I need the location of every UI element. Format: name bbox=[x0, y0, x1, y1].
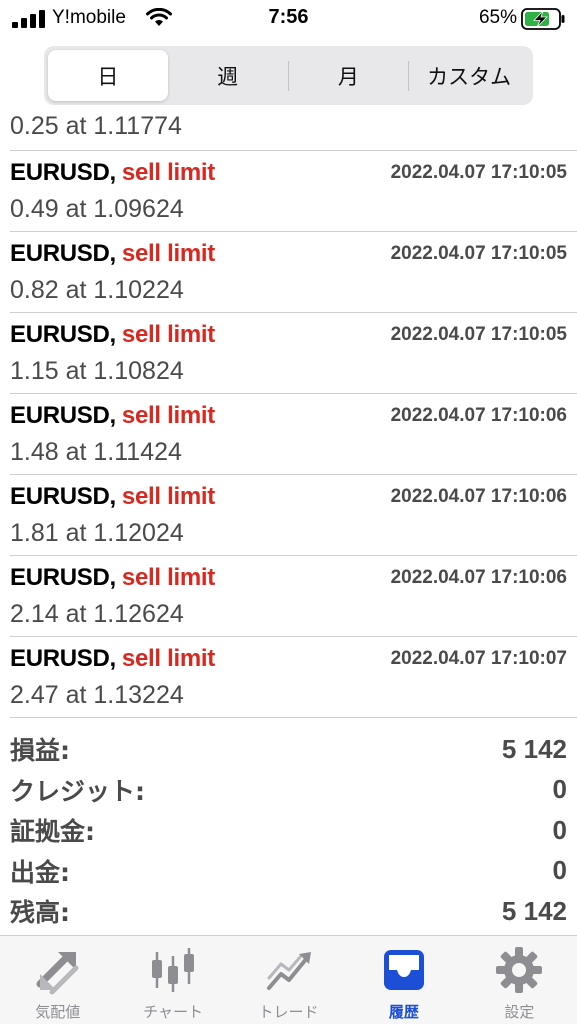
segment-custom[interactable]: カスタム bbox=[409, 50, 529, 101]
order-row-partial[interactable]: 0.25 at 1.11774 bbox=[10, 112, 577, 151]
tab-label: チャート bbox=[143, 1003, 204, 1021]
order-symbol: EURUSD, bbox=[10, 564, 116, 591]
order-symbol: EURUSD, bbox=[10, 402, 116, 429]
order-detail: 0.49 at 1.09624 bbox=[10, 195, 184, 223]
quotes-arrows-icon bbox=[36, 952, 79, 995]
order-detail: 0.25 at 1.11774 bbox=[10, 112, 182, 140]
order-type: sell limit bbox=[121, 402, 215, 429]
order-row[interactable]: EURUSD, sell limit 2022.04.07 17:10:05 1.… bbox=[10, 313, 577, 394]
order-symbol: EURUSD, bbox=[10, 240, 116, 267]
order-detail: 1.81 at 1.12024 bbox=[10, 519, 184, 547]
summary-value: 5 142 bbox=[501, 895, 567, 926]
summary-balance: 残高: 5 142 bbox=[10, 891, 567, 932]
order-time: 2022.04.07 17:10:06 bbox=[390, 405, 567, 426]
status-bar: Y!mobile 7:56 65% bbox=[0, 0, 577, 38]
order-time: 2022.04.07 17:10:05 bbox=[390, 324, 567, 345]
order-type: sell limit bbox=[121, 321, 215, 348]
order-time: 2022.04.07 17:10:06 bbox=[390, 486, 567, 507]
summary-value: 0 bbox=[552, 774, 567, 805]
segment-week[interactable]: 週 bbox=[168, 50, 288, 101]
tab-chart[interactable]: チャート bbox=[115, 936, 230, 1024]
segment-month[interactable]: 月 bbox=[289, 50, 409, 101]
order-row[interactable]: EURUSD, sell limit 2022.04.07 17:10:06 1.… bbox=[10, 475, 577, 556]
order-type: sell limit bbox=[121, 564, 215, 591]
summary-label: クレジット: bbox=[10, 776, 145, 806]
order-detail: 2.47 at 1.13224 bbox=[10, 681, 184, 709]
period-segmented-control: 日 週 月 カスタム bbox=[44, 46, 533, 105]
tab-history[interactable]: 履歴 bbox=[346, 936, 461, 1024]
battery-charging-icon bbox=[521, 8, 565, 30]
order-time: 2022.04.07 17:10:07 bbox=[390, 648, 567, 669]
order-row[interactable]: EURUSD, sell limit 2022.04.07 17:10:05 0.… bbox=[10, 232, 577, 313]
tab-label: 設定 bbox=[504, 1003, 535, 1021]
order-symbol: EURUSD, bbox=[10, 645, 116, 672]
tab-label: トレード bbox=[258, 1003, 319, 1021]
order-symbol: EURUSD, bbox=[10, 159, 116, 186]
battery-percentage: 65% bbox=[478, 7, 517, 28]
summary-value: 0 bbox=[552, 855, 567, 886]
summary-profit: 損益: 5 142 bbox=[10, 729, 567, 770]
order-detail: 2.14 at 1.12624 bbox=[10, 600, 184, 628]
order-type: sell limit bbox=[121, 240, 215, 267]
order-detail: 1.15 at 1.10824 bbox=[10, 357, 184, 385]
tab-label: 気配値 bbox=[35, 1003, 81, 1021]
summary-withdrawal: 出金: 0 bbox=[10, 851, 567, 892]
account-summary: 損益: 5 142 クレジット: 0 証拠金: 0 出金: 0 残高: 5 14… bbox=[10, 729, 567, 932]
summary-label: 出金: bbox=[10, 857, 70, 887]
order-detail: 0.82 at 1.10224 bbox=[10, 276, 184, 304]
gear-icon bbox=[496, 947, 543, 993]
order-type: sell limit bbox=[121, 483, 215, 510]
tab-trade[interactable]: トレード bbox=[231, 936, 346, 1024]
order-time: 2022.04.07 17:10:05 bbox=[390, 162, 567, 183]
order-symbol: EURUSD, bbox=[10, 321, 116, 348]
summary-credit: クレジット: 0 bbox=[10, 770, 567, 811]
order-type: sell limit bbox=[121, 159, 215, 186]
order-row[interactable]: EURUSD, sell limit 2022.04.07 17:10:05 0.… bbox=[10, 151, 577, 232]
summary-label: 損益: bbox=[10, 736, 70, 766]
order-history-list: 0.25 at 1.11774 EURUSD, sell limit 2022.0… bbox=[0, 112, 577, 718]
tab-label: 履歴 bbox=[388, 1003, 419, 1021]
order-type: sell limit bbox=[121, 645, 215, 672]
order-symbol: EURUSD, bbox=[10, 483, 116, 510]
candlestick-chart-icon bbox=[152, 948, 195, 992]
summary-value: 0 bbox=[552, 814, 567, 845]
tab-quotes[interactable]: 気配値 bbox=[0, 936, 115, 1024]
segment-day[interactable]: 日 bbox=[48, 50, 168, 101]
order-row[interactable]: EURUSD, sell limit 2022.04.07 17:10:07 2.… bbox=[10, 637, 577, 718]
summary-value: 5 142 bbox=[501, 733, 567, 764]
order-row[interactable]: EURUSD, sell limit 2022.04.07 17:10:06 2.… bbox=[10, 556, 577, 637]
bottom-tab-bar: 気配値 チャート トレード 履歴 設定 bbox=[0, 935, 577, 1024]
order-time: 2022.04.07 17:10:06 bbox=[390, 567, 567, 588]
summary-deposit: 証拠金: 0 bbox=[10, 810, 567, 851]
order-row[interactable]: EURUSD, sell limit 2022.04.07 17:10:06 1.… bbox=[10, 394, 577, 475]
order-detail: 1.48 at 1.11424 bbox=[10, 438, 182, 466]
order-time: 2022.04.07 17:10:05 bbox=[390, 243, 567, 264]
tab-settings[interactable]: 設定 bbox=[462, 936, 577, 1024]
trade-trend-icon bbox=[266, 952, 311, 990]
history-inbox-icon bbox=[383, 950, 424, 990]
summary-label: 証拠金: bbox=[10, 817, 95, 847]
summary-label: 残高: bbox=[10, 898, 70, 928]
